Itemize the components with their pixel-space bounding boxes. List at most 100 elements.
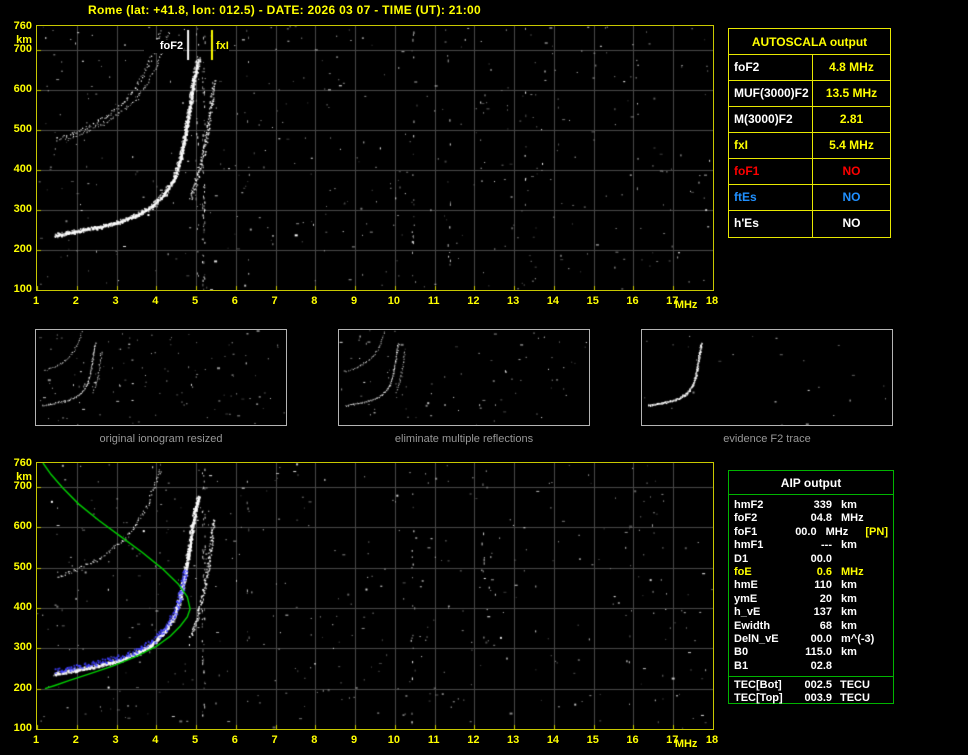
axis-tick-label: 8: [311, 734, 318, 746]
aip-row: Ewidth 68 km: [729, 620, 893, 633]
aip-row: B0 115.0 km: [729, 646, 893, 659]
axis-tick-label: 8: [311, 295, 318, 307]
aip-output-table: AIP output hmF2 339 km foF2 04.8 MHz foF1 00.0 M…: [728, 470, 894, 704]
axis-tick-label: 7: [271, 295, 278, 307]
aip-row: foE 0.6 MHz: [729, 566, 893, 579]
autoscala-row: MUF(3000)F2 13.5 MHz: [729, 81, 890, 107]
aip-param-unit: [841, 660, 887, 673]
marker-label-foF2: foF2: [144, 40, 184, 53]
aip-param-flag: [PN]: [865, 525, 888, 538]
tec-value: 002.5: [804, 679, 832, 692]
y-axis-top-label: 760: [13, 457, 32, 469]
axis-tick-label: 16: [626, 295, 639, 307]
tec-name: TEC[Top]: [734, 692, 783, 705]
aip-row: foF2 04.8 MHz: [729, 512, 893, 525]
autoscala-table-header: AUTOSCALA output: [729, 29, 890, 55]
aip-row: hmE 110 km: [729, 579, 893, 592]
autoscala-param-label: M(3000)F2: [729, 107, 813, 132]
aip-param-name: DelN_vE: [734, 632, 779, 645]
panel-caption-eliminate: eliminate multiple reflections: [394, 433, 534, 445]
axis-tick-label: 16: [626, 734, 639, 746]
axis-tick-label: 14: [546, 734, 560, 746]
axis-tick-label: 18: [705, 734, 719, 746]
axis-tick-label: 600: [13, 520, 32, 533]
aip-table-header: AIP output: [729, 471, 893, 495]
axis-tick-label: 400: [13, 601, 32, 614]
axis-tick-label: 5: [191, 295, 199, 307]
aip-param-name: foE: [734, 565, 752, 578]
aip-row: B1 02.8: [729, 660, 893, 673]
autoscala-param-label: h'Es: [729, 211, 813, 237]
axis-tick-label: 700: [13, 43, 32, 55]
axis-tick-label: 100: [13, 722, 32, 734]
autoscala-param-value: NO: [842, 216, 861, 230]
panel-original-canvas: [36, 330, 286, 425]
bottom-profile-plot: [36, 462, 714, 730]
aip-param-unit: MHz: [841, 512, 864, 525]
aip-table-body: hmF2 339 km foF2 04.8 MHz foF1 00.0 MHz [PN] hmF1-…: [729, 495, 893, 673]
axis-tick-label: 9: [351, 734, 358, 746]
tec-unit: TECU: [840, 679, 870, 692]
aip-param-name: B1: [734, 659, 749, 672]
panel-evidence-canvas: [642, 330, 892, 425]
x-axis-unit-label: MHz: [674, 738, 698, 750]
autoscala-row: ftEs NO: [729, 185, 890, 211]
autoscala-param-label: fxI: [729, 133, 813, 158]
axis-tick-label: 100: [13, 283, 32, 295]
axis-tick-label: 15: [586, 295, 599, 307]
axis-tick-label: 3: [112, 734, 119, 746]
axis-tick-label: 10: [387, 295, 400, 307]
autoscala-row: fxI 5.4 MHz: [729, 133, 890, 159]
axis-tick-label: 4: [152, 295, 159, 307]
x-axis-unit-label: MHz: [674, 299, 698, 311]
aip-row: D1 00.0: [729, 553, 893, 566]
axis-tick-label: 200: [13, 243, 32, 255]
aip-row: ymE 20 km: [729, 593, 893, 606]
autoscala-param-value: 5.4 MHz: [829, 138, 874, 152]
autoscala-param-value: NO: [842, 164, 861, 178]
aip-param-name: hmE: [734, 579, 758, 592]
aip-param-unit: km: [841, 539, 857, 552]
aip-param-value: 20: [819, 592, 832, 605]
aip-param-value: 00.0: [795, 525, 817, 538]
axis-tick-label: 6: [231, 295, 238, 307]
aip-param-value: 137: [813, 606, 832, 619]
aip-row: hmF1 --- km: [729, 539, 893, 552]
axis-tick-label: 7: [271, 734, 278, 746]
aip-param-value: 115.0: [805, 646, 832, 659]
aip-param-name: Ewidth: [734, 619, 771, 632]
axis-tick-label: 400: [13, 163, 32, 175]
autoscala-param-label: foF2: [729, 55, 813, 80]
aip-tec-section: TEC[Bot] 002.5 TECU TEC[Top] 003.9 TECU: [729, 676, 893, 706]
autoscala-row: M(3000)F2 2.81: [729, 107, 890, 133]
axis-tick-label: 500: [13, 560, 32, 573]
aip-row: DelN_vE 00.0 m^(-3): [729, 633, 893, 646]
aip-param-unit: km: [841, 592, 857, 605]
top-ionogram-plot: [36, 25, 714, 291]
axis-tick-label: 13: [507, 734, 520, 746]
axis-tick-label: 15: [586, 734, 599, 746]
aip-row: hmF2 339 km: [729, 499, 893, 512]
aip-param-unit: MHz: [825, 525, 849, 538]
autoscala-param-value: NO: [842, 190, 861, 204]
autoscala-row: h'Es NO: [729, 211, 890, 237]
autoscala-output-table: AUTOSCALA output foF2 4.8 MHz MUF(3000)F2 1…: [728, 28, 891, 238]
panel-eliminate-reflections: [338, 329, 590, 426]
axis-tick-label: 600: [13, 83, 32, 95]
autoscala-screen: Rome (lat: +41.8, lon: 012.5) - DATE: 20…: [0, 0, 968, 755]
autoscala-param-value: 4.8 MHz: [829, 60, 874, 74]
aip-param-unit: km: [841, 499, 857, 511]
autoscala-param-value: 2.81: [839, 112, 864, 126]
axis-tick-label: 3: [112, 295, 119, 307]
aip-param-value: 68: [819, 619, 832, 632]
aip-param-name: hmF2: [734, 499, 764, 511]
aip-param-name: h_vE: [734, 606, 761, 619]
aip-param-value: 00.0: [810, 632, 832, 645]
aip-param-value: 02.8: [810, 659, 832, 672]
top-ionogram-canvas: [37, 26, 713, 290]
axis-tick-label: 4: [152, 734, 159, 746]
aip-param-name: B0: [734, 646, 749, 659]
aip-param-value: 110: [814, 579, 832, 592]
autoscala-row: foF1 NO: [729, 159, 890, 185]
axis-tick-label: 18: [705, 295, 719, 307]
